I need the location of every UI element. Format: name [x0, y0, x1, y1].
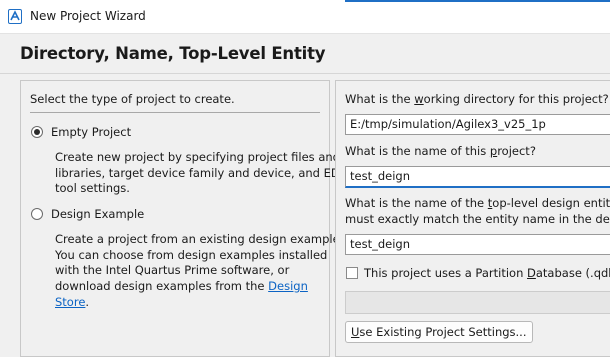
description-line: download design examples from the Design — [55, 279, 343, 295]
design-example-radio[interactable] — [31, 208, 43, 220]
window-title: New Project Wizard — [30, 9, 146, 23]
partition-database-label[interactable]: This project uses a Partition Database (… — [364, 266, 610, 280]
use-existing-settings-button[interactable]: Use Existing Project Settings... — [345, 321, 533, 343]
description-line: You can choose from design examples inst… — [55, 247, 328, 262]
partition-database-input[interactable] — [345, 291, 610, 314]
heading-divider — [0, 73, 610, 74]
project-settings-panel: What is the working directory for this p… — [335, 80, 610, 357]
description-line: tool settings. — [55, 181, 130, 196]
empty-project-description: Create new project by specifying project… — [55, 150, 347, 197]
design-example-label[interactable]: Design Example — [51, 207, 144, 221]
working-directory-input[interactable]: E:/tmp/simulation/Agilex3_v25_1p — [345, 114, 610, 135]
project-type-panel: Select the type of project to create. Em… — [20, 80, 347, 357]
design-store-link-cont[interactable]: Store — [55, 295, 85, 309]
top-level-entity-input[interactable]: test_deign — [345, 234, 610, 255]
prompt-divider — [30, 112, 320, 113]
working-directory-label: What is the working directory for this p… — [345, 92, 609, 106]
description-line: Create a project from an existing design… — [55, 232, 344, 246]
design-store-link[interactable]: Design — [268, 279, 308, 293]
accent-line — [345, 0, 610, 2]
description-line: libraries, target device family and devi… — [55, 165, 348, 180]
quartus-app-icon — [8, 9, 22, 24]
radio-selected-dot — [34, 129, 40, 135]
page-heading: Directory, Name, Top-Level Entity — [20, 44, 326, 63]
project-type-prompt: Select the type of project to create. — [30, 92, 235, 106]
project-name-label: What is the name of this project? — [345, 144, 536, 158]
partition-database-checkbox[interactable] — [346, 267, 358, 279]
title-bar: New Project Wizard — [0, 0, 610, 34]
description-text: download design examples from the — [55, 279, 269, 294]
design-example-description: Create a project from an existing design… — [55, 232, 343, 311]
description-line: Create new project by specifying project… — [55, 150, 340, 164]
empty-project-radio[interactable] — [31, 126, 43, 138]
empty-project-label[interactable]: Empty Project — [51, 125, 131, 139]
description-line: Store. — [55, 295, 343, 311]
project-name-input[interactable]: test_deign — [345, 166, 610, 188]
top-level-entity-label-line2: must exactly match the entity name in th… — [345, 212, 610, 226]
top-level-entity-label: What is the name of the top-level design… — [345, 196, 610, 210]
description-line: with the Intel Quartus Prime software, o… — [55, 263, 290, 278]
description-text: . — [85, 294, 90, 309]
